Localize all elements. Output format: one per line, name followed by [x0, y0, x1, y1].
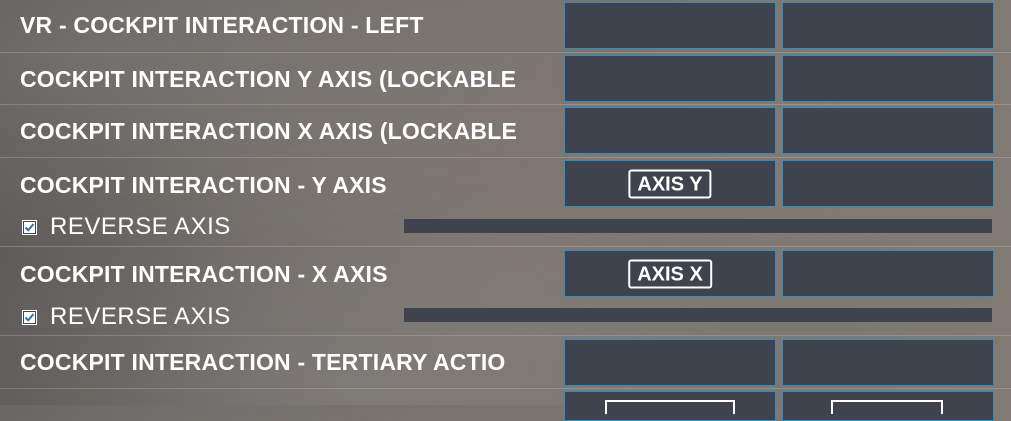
binding-row-cockpit-interaction-tertiary-action[interactable]: COCKPIT INTERACTION - TERTIARY ACTIO: [0, 336, 1011, 388]
keycap-partial: [605, 400, 735, 414]
reverse-axis-label: REVERSE AXIS: [50, 303, 231, 330]
keycap-partial: [831, 400, 943, 414]
reverse-axis-option[interactable]: REVERSE AXIS: [22, 213, 231, 241]
secondary-binding-slot[interactable]: [782, 55, 994, 102]
binding-row-vr-cockpit-interaction-left[interactable]: VR - COCKPIT INTERACTION - LEFT: [0, 0, 1011, 52]
axis-x-keycap: AXIS X: [628, 259, 712, 288]
primary-binding-slot[interactable]: [564, 2, 776, 49]
secondary-binding-slot[interactable]: [782, 2, 994, 49]
binding-label: COCKPIT INTERACTION - X AXIS: [20, 261, 388, 287]
reverse-axis-label: REVERSE AXIS: [50, 213, 231, 240]
reverse-axis-option[interactable]: REVERSE AXIS: [22, 303, 231, 331]
checkmark-icon: [23, 220, 36, 234]
axis-input-bar: [404, 219, 992, 233]
binding-row-cockpit-interaction-x-axis-lockable[interactable]: COCKPIT INTERACTION X AXIS (LOCKABLE: [0, 105, 1011, 157]
primary-binding-slot[interactable]: [564, 107, 776, 154]
binding-row-cockpit-interaction-y-axis[interactable]: COCKPIT INTERACTION - Y AXIS AXIS Y REVE…: [0, 158, 1011, 246]
checkmark-icon: [23, 310, 36, 324]
secondary-binding-slot[interactable]: [782, 339, 994, 386]
binding-label: COCKPIT INTERACTION - TERTIARY ACTIO: [20, 349, 506, 375]
secondary-binding-slot[interactable]: [782, 107, 994, 154]
binding-label: COCKPIT INTERACTION X AXIS (LOCKABLE: [20, 118, 518, 144]
reverse-axis-checkbox[interactable]: [22, 219, 37, 235]
primary-binding-slot[interactable]: AXIS Y: [564, 160, 776, 207]
axis-y-keycap: AXIS Y: [628, 169, 712, 198]
binding-label: COCKPIT INTERACTION Y AXIS (LOCKABLE: [20, 66, 517, 92]
axis-input-bar: [404, 308, 992, 322]
primary-binding-slot[interactable]: AXIS X: [564, 250, 776, 297]
secondary-binding-slot[interactable]: [782, 250, 994, 297]
primary-binding-slot[interactable]: [564, 339, 776, 386]
binding-row-partial[interactable]: [0, 389, 1011, 421]
secondary-binding-slot[interactable]: [782, 160, 994, 207]
primary-binding-slot[interactable]: [564, 55, 776, 102]
secondary-binding-slot[interactable]: [782, 391, 994, 421]
binding-row-cockpit-interaction-x-axis[interactable]: COCKPIT INTERACTION - X AXIS AXIS X REVE…: [0, 247, 1011, 335]
reverse-axis-checkbox[interactable]: [22, 309, 37, 325]
binding-label: VR - COCKPIT INTERACTION - LEFT: [20, 12, 424, 38]
primary-binding-slot[interactable]: [564, 391, 776, 421]
binding-row-cockpit-interaction-y-axis-lockable[interactable]: COCKPIT INTERACTION Y AXIS (LOCKABLE: [0, 53, 1011, 104]
binding-label: COCKPIT INTERACTION - Y AXIS: [20, 172, 387, 198]
